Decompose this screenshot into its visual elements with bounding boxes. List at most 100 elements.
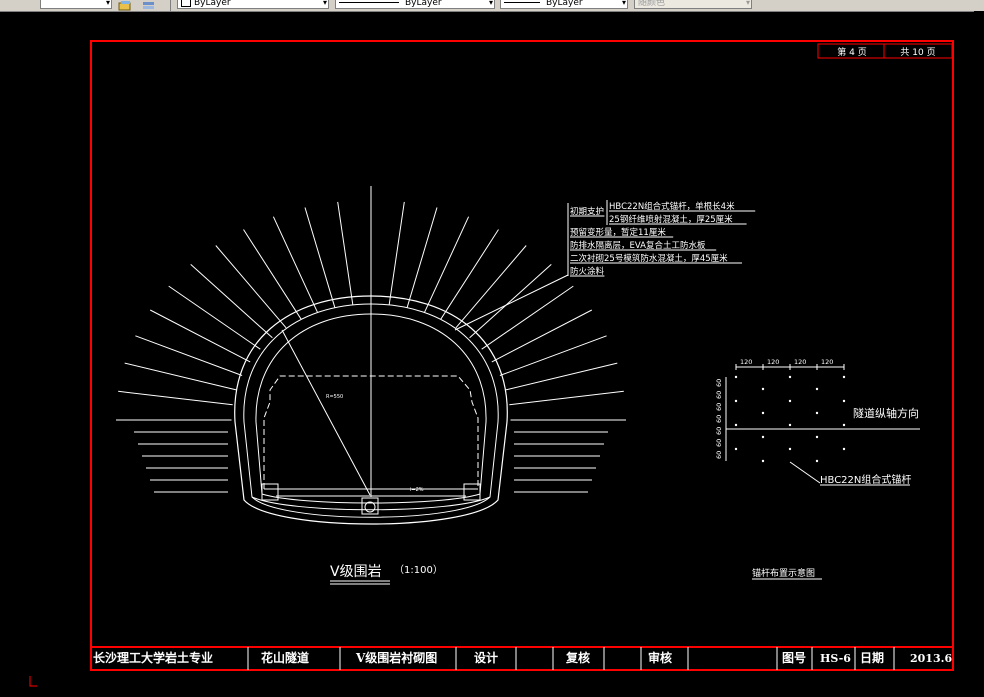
color-dropdown[interactable]: ByLayer ▾ bbox=[177, 0, 329, 9]
chevron-down-icon: ▾ bbox=[488, 0, 493, 7]
layer-note: 预留变形量，暂定11厘米 bbox=[570, 227, 666, 238]
dimension-label-left: 60 bbox=[715, 439, 723, 447]
plot-style-dropdown[interactable]: 随颜色 ▾ bbox=[634, 0, 752, 9]
dimension-label-left: 60 bbox=[715, 427, 723, 435]
dimension-label-top: 120 bbox=[794, 358, 806, 366]
rock-bolt bbox=[337, 201, 354, 305]
bolt-type-label: HBC22N组合式锚杆 bbox=[820, 473, 911, 486]
rock-bolt bbox=[168, 285, 261, 350]
bolt-layout-caption: 锚杆布置示意图 bbox=[752, 567, 815, 579]
check-label: 复核 bbox=[565, 650, 590, 665]
rock-bolt bbox=[423, 216, 470, 313]
linetype-dropdown-label: ByLayer bbox=[405, 0, 442, 8]
bolt-point bbox=[734, 447, 738, 451]
section-caption: V级围岩 bbox=[330, 564, 382, 580]
bolt-point bbox=[815, 435, 819, 439]
bolt-point bbox=[761, 435, 765, 439]
rock-bolt bbox=[481, 285, 574, 350]
bolt-point bbox=[788, 375, 792, 379]
dimension-label-top: 120 bbox=[740, 358, 752, 366]
bolt-point bbox=[734, 375, 738, 379]
drawing-no-label: 图号 bbox=[782, 650, 806, 665]
rock-bolt bbox=[440, 229, 499, 320]
chevron-down-icon: ▾ bbox=[105, 0, 110, 7]
dimension-label-left: 60 bbox=[715, 403, 723, 411]
layer-dropdown-partial[interactable]: ▾ bbox=[40, 0, 112, 9]
layer-note: 二次衬砌25号模筑防水混凝土，厚45厘米 bbox=[570, 253, 728, 264]
color-dropdown-label: ByLayer bbox=[194, 0, 231, 8]
chevron-down-icon: ▾ bbox=[322, 0, 327, 7]
bolt-point bbox=[815, 387, 819, 391]
linetype-sample-icon bbox=[339, 2, 399, 3]
layer-states-icon[interactable] bbox=[142, 0, 156, 9]
rock-bolt bbox=[455, 245, 527, 329]
chevron-down-icon: ▾ bbox=[621, 0, 626, 7]
lineweight-dropdown[interactable]: ByLayer ▾ bbox=[500, 0, 628, 9]
drawing-no: HS-6 bbox=[820, 652, 851, 665]
bolt-point bbox=[788, 399, 792, 403]
lineweight-sample-icon bbox=[504, 2, 540, 3]
dimension-label-left: 60 bbox=[715, 379, 723, 387]
rock-bolt bbox=[190, 264, 273, 339]
page-counter: 第 4 页 共 10 页 bbox=[817, 43, 953, 59]
rock-bolt bbox=[491, 309, 593, 363]
chevron-down-icon: ▾ bbox=[745, 0, 750, 7]
center-drain bbox=[364, 501, 376, 513]
bolt-point bbox=[842, 399, 846, 403]
dimension-label-left: 60 bbox=[715, 451, 723, 459]
rock-bolt bbox=[118, 390, 233, 406]
bolt-point bbox=[815, 411, 819, 415]
bolt-point bbox=[761, 387, 765, 391]
layer-notes: 初期支护 HBC22N组合式锚杆，单根长4米 25钢纤维喷射混凝土，厚25厘米预留变… bbox=[570, 200, 756, 277]
scroll-gutter bbox=[974, 11, 984, 697]
bolt-layout-diagram: 120 120 120 120 60 60 60 60 60 60 60 bbox=[715, 358, 920, 484]
cad-drawing-canvas[interactable]: 第 4 页 共 10 页 R=550 i=2% 初期支护 HBC22N组合式锚杆，… bbox=[0, 11, 984, 697]
page-current: 第 4 页 bbox=[837, 46, 866, 58]
rock-bolt bbox=[406, 207, 438, 308]
bolt-point bbox=[734, 399, 738, 403]
tunnel-cross-section: R=550 i=2% bbox=[116, 186, 626, 525]
bolt-point bbox=[842, 447, 846, 451]
tunnel-axis-label: 隧道纵轴方向 bbox=[853, 406, 919, 420]
rock-bolt bbox=[509, 390, 624, 406]
layer-note: 25钢纤维喷射混凝土，厚25厘米 bbox=[609, 214, 733, 225]
lineweight-dropdown-label: ByLayer bbox=[546, 0, 583, 8]
linetype-dropdown[interactable]: ByLayer ▾ bbox=[335, 0, 495, 9]
bolt-point bbox=[734, 423, 738, 427]
bolt-point bbox=[761, 459, 765, 463]
rock-bolt bbox=[469, 264, 552, 339]
design-label: 设计 bbox=[474, 650, 498, 665]
plot-style-label: 随颜色 bbox=[638, 0, 666, 8]
rock-bolt bbox=[149, 309, 251, 363]
title-block: 长沙理工大学岩土专业 花山隧道 V级围岩衬砌图 设计 复核 审核 图号 HS-6… bbox=[91, 646, 953, 670]
layer-note: HBC22N组合式锚杆，单根长4米 bbox=[609, 201, 735, 212]
rock-bolt bbox=[304, 207, 336, 308]
bolt-point bbox=[761, 411, 765, 415]
rock-bolt bbox=[272, 216, 319, 313]
rock-bolt bbox=[215, 245, 287, 329]
rock-bolt bbox=[243, 229, 302, 320]
dimension-label-top: 120 bbox=[821, 358, 833, 366]
project-name: 花山隧道 bbox=[261, 650, 309, 665]
viewport-corner-mark bbox=[29, 676, 37, 687]
layer-note: 防火涂料 bbox=[570, 266, 605, 277]
drawing-border bbox=[90, 40, 954, 671]
school-name: 长沙理工大学岩土专业 bbox=[93, 650, 213, 665]
bolt-point bbox=[842, 375, 846, 379]
radius-label: R=550 bbox=[326, 394, 343, 400]
date-value: 2013.6 bbox=[910, 652, 952, 665]
layer-manager-icon[interactable] bbox=[118, 0, 132, 11]
dimension-label-top: 120 bbox=[767, 358, 779, 366]
dimension-label-left: 60 bbox=[715, 391, 723, 399]
dimension-label-left: 60 bbox=[715, 415, 723, 423]
bolt-point bbox=[788, 423, 792, 427]
section-scale: （1:100） bbox=[394, 564, 443, 576]
review-label: 审核 bbox=[648, 650, 672, 665]
bolt-point bbox=[815, 459, 819, 463]
radius-line bbox=[281, 329, 371, 496]
bolt-point bbox=[842, 423, 846, 427]
bolt-leader bbox=[789, 461, 821, 484]
leader-line bbox=[454, 203, 569, 331]
layer-note: 防排水隔离层，EVA复合土工防水板 bbox=[570, 240, 706, 251]
drawing-name: V级围岩衬砌图 bbox=[355, 650, 437, 665]
